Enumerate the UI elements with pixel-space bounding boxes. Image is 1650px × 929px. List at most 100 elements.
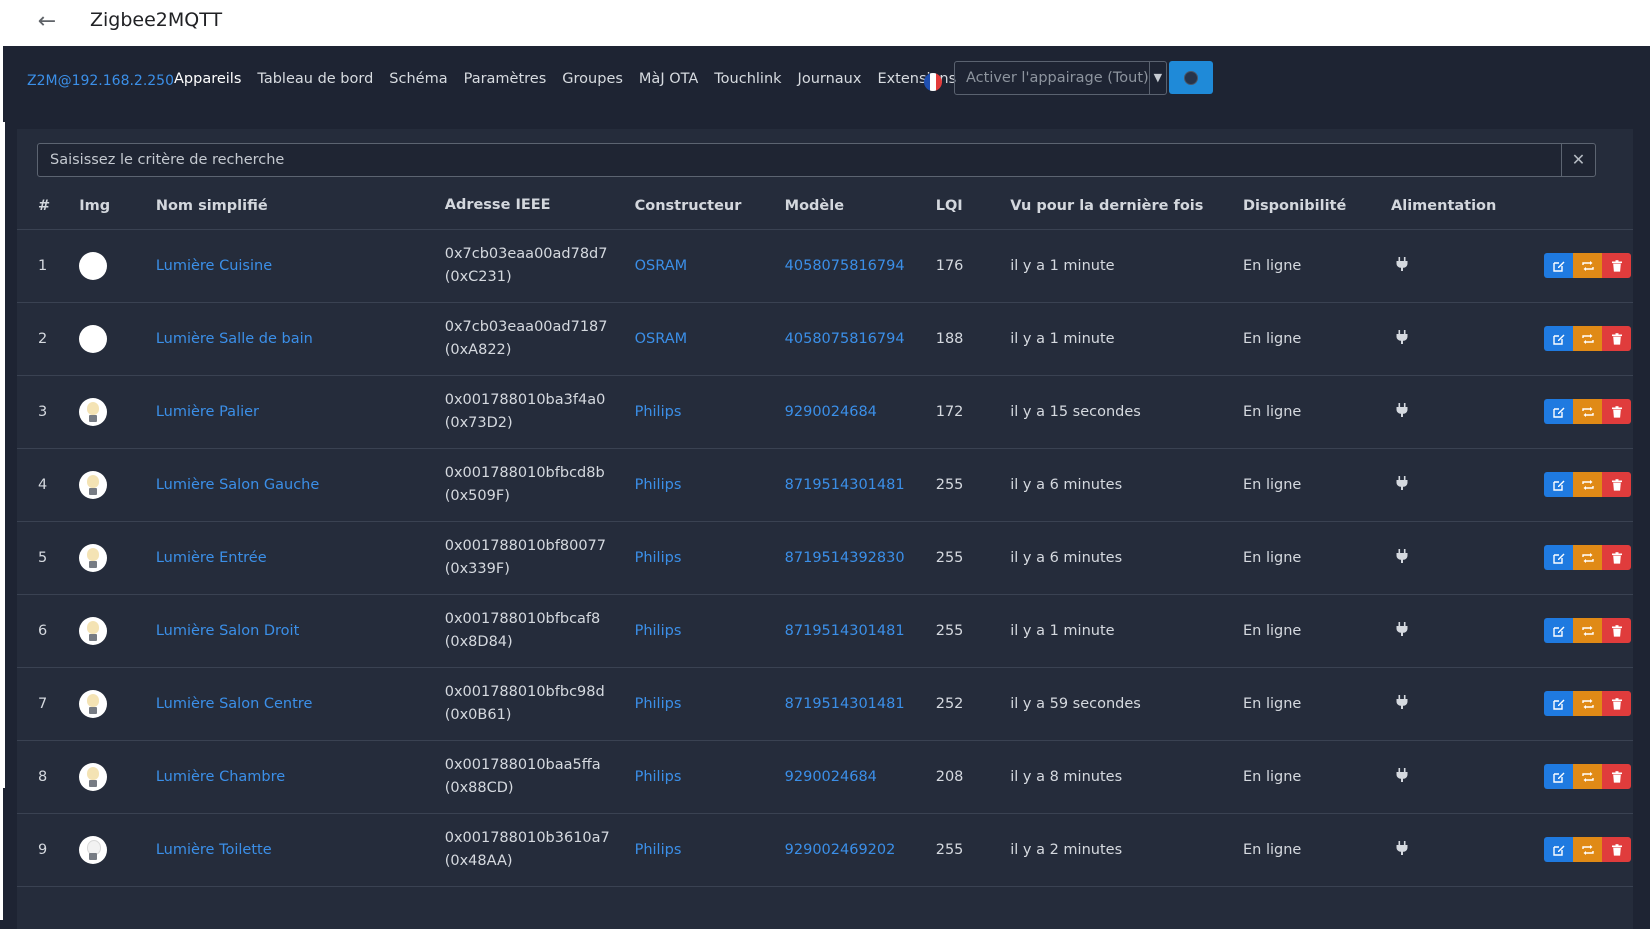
power-source [1391, 667, 1544, 740]
reconfigure-icon[interactable] [1573, 399, 1603, 424]
network-address: (0x509F) [444, 487, 510, 504]
header-power[interactable]: Alimentation [1391, 183, 1544, 229]
manufacturer-link[interactable]: OSRAM [635, 302, 785, 375]
reconfigure-icon[interactable] [1573, 472, 1603, 497]
edit-icon[interactable] [1544, 326, 1574, 351]
header-index[interactable]: # [17, 183, 79, 229]
search-input[interactable] [38, 144, 1552, 176]
plug-icon [1396, 767, 1408, 786]
model-link[interactable]: 929002469202 [785, 813, 936, 886]
manufacturer-link[interactable]: Philips [635, 667, 785, 740]
device-name-link[interactable]: Lumière Salon Centre [156, 667, 445, 740]
edit-icon[interactable] [1544, 253, 1574, 278]
delete-icon[interactable] [1602, 618, 1632, 643]
permit-join-icon-button[interactable] [1169, 61, 1213, 94]
edit-icon[interactable] [1544, 764, 1574, 789]
lqi-value: 255 [935, 841, 964, 858]
device-name-link[interactable]: Lumière Palier [156, 375, 445, 448]
device-name-link[interactable]: Lumière Salon Gauche [156, 448, 445, 521]
manufacturer-link[interactable]: OSRAM [635, 229, 785, 302]
arrow-left-icon[interactable]: ← [33, 8, 61, 36]
reconfigure-icon[interactable] [1573, 326, 1603, 351]
delete-icon[interactable] [1602, 545, 1632, 570]
row-index: 9 [38, 841, 48, 858]
delete-icon[interactable] [1602, 837, 1632, 862]
row-actions [1544, 813, 1633, 886]
bulb-icon [79, 543, 108, 572]
model-link[interactable]: 4058075816794 [785, 229, 936, 302]
device-name-link[interactable]: Lumière Chambre [156, 740, 445, 813]
french-flag-icon[interactable] [924, 73, 942, 91]
app-bar: ← Zigbee2MQTT [3, 0, 1650, 47]
reconfigure-icon[interactable] [1573, 253, 1603, 278]
delete-icon[interactable] [1602, 691, 1632, 716]
header-availability[interactable]: Disponibilité [1243, 183, 1391, 229]
lqi-value: 208 [935, 768, 964, 785]
manufacturer-link[interactable]: Philips [635, 740, 785, 813]
chevron-down-icon[interactable]: ▼ [1148, 62, 1166, 94]
bulb-icon [79, 762, 108, 791]
nav-link-tableau-de-bord[interactable]: Tableau de bord [257, 71, 373, 87]
edit-icon[interactable] [1544, 472, 1574, 497]
reconfigure-icon[interactable] [1573, 545, 1603, 570]
nav-link-appareils[interactable]: Appareils [174, 71, 241, 87]
device-name-link[interactable]: Lumière Salon Droit [156, 594, 445, 667]
manufacturer-link[interactable]: Philips [635, 813, 785, 886]
ieee-address: 0x7cb03eaa00ad78d7 (0xC231) [445, 229, 635, 302]
table-row: 4 Lumière Salon Gauche 0x001788010bfbcd8… [17, 448, 1633, 521]
header-manufacturer[interactable]: Constructeur [635, 183, 785, 229]
power-source [1391, 740, 1544, 813]
edit-icon[interactable] [1544, 618, 1574, 643]
edit-icon[interactable] [1544, 837, 1574, 862]
model-link[interactable]: 8719514301481 [785, 667, 936, 740]
header-model[interactable]: Modèle [785, 183, 936, 229]
delete-icon[interactable] [1602, 472, 1632, 497]
manufacturer-link[interactable]: Philips [635, 448, 785, 521]
nav-link-schema[interactable]: Schéma [389, 71, 447, 87]
permit-join-button[interactable]: Activer l'appairage (Tout) [955, 62, 1149, 94]
model-link[interactable]: 8719514301481 [785, 448, 936, 521]
manufacturer-link[interactable]: Philips [635, 521, 785, 594]
reconfigure-icon[interactable] [1573, 691, 1603, 716]
model-link[interactable]: 8719514301481 [785, 594, 936, 667]
app-title: Zigbee2MQTT [90, 9, 223, 31]
device-name-link[interactable]: Lumière Salle de bain [156, 302, 445, 375]
availability: En ligne [1243, 476, 1302, 493]
nav-link-touchlink[interactable]: Touchlink [714, 71, 781, 87]
header-lqi[interactable]: LQI [936, 183, 1011, 229]
model-link[interactable]: 9290024684 [785, 740, 936, 813]
nav-link-journaux[interactable]: Journaux [798, 71, 862, 87]
delete-icon[interactable] [1602, 253, 1632, 278]
device-name-link[interactable]: Lumière Toilette [156, 813, 445, 886]
lqi-value: 255 [935, 476, 964, 493]
nav-link-maj-ota[interactable]: MàJ OTA [639, 71, 698, 87]
ieee-value: 0x001788010b3610a7 [444, 829, 610, 846]
header-friendly-name[interactable]: Nom simplifié [156, 183, 445, 229]
model-link[interactable]: 8719514392830 [785, 521, 936, 594]
reconfigure-icon[interactable] [1573, 837, 1603, 862]
delete-icon[interactable] [1602, 764, 1632, 789]
edit-icon[interactable] [1544, 545, 1574, 570]
model-link[interactable]: 4058075816794 [785, 302, 936, 375]
edit-icon[interactable] [1544, 399, 1574, 424]
nav-link-parametres[interactable]: Paramètres [464, 71, 547, 87]
device-name-link[interactable]: Lumière Entrée [156, 521, 445, 594]
manufacturer-link[interactable]: Philips [635, 594, 785, 667]
device-name-link[interactable]: Lumière Cuisine [156, 229, 445, 302]
delete-icon[interactable] [1602, 399, 1632, 424]
row-actions [1544, 302, 1633, 375]
delete-icon[interactable] [1602, 326, 1632, 351]
network-address: (0xA822) [444, 341, 512, 358]
header-last-seen[interactable]: Vu pour la dernière fois [1010, 183, 1243, 229]
edit-icon[interactable] [1544, 691, 1574, 716]
plug-icon [1396, 694, 1408, 713]
manufacturer-link[interactable]: Philips [635, 375, 785, 448]
model-link[interactable]: 9290024684 [785, 375, 936, 448]
close-icon[interactable]: ✕ [1561, 144, 1595, 176]
header-ieee-address[interactable]: Adresse IEEE [445, 183, 635, 229]
reconfigure-icon[interactable] [1573, 618, 1603, 643]
reconfigure-icon[interactable] [1573, 764, 1603, 789]
nav-brand-link[interactable]: Z2M@192.168.2.250 [27, 73, 174, 89]
nav-link-groupes[interactable]: Groupes [562, 71, 623, 87]
nav-link-extensions[interactable]: Extensions [877, 71, 956, 87]
